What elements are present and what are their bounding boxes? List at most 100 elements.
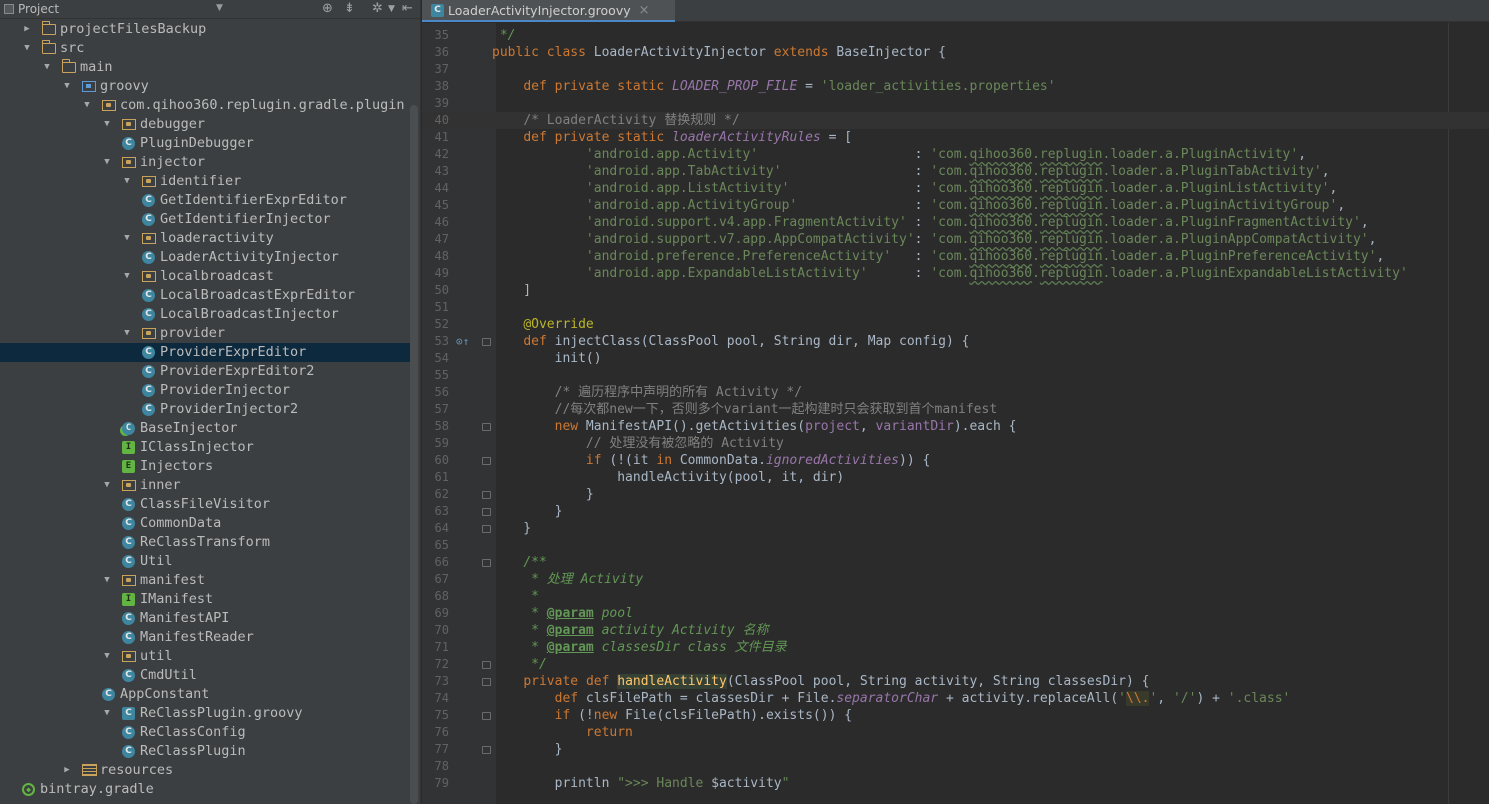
tree-item[interactable]: C BaseInjector xyxy=(0,419,410,438)
tree-item[interactable]: C CmdUtil xyxy=(0,666,410,685)
code-line[interactable]: 59 // 处理没有被忽略的 Activity xyxy=(422,435,1489,452)
tree-item[interactable]: C ClassFileVisitor xyxy=(0,495,410,514)
tree-item[interactable]: C PluginDebugger xyxy=(0,134,410,153)
code-line[interactable]: 51 xyxy=(422,299,1489,316)
tree-item[interactable]: ◆ bintray.gradle xyxy=(0,780,410,799)
fold-toggle-icon[interactable] xyxy=(482,559,491,567)
code-line[interactable]: 47 'android.support.v7.app.AppCompatActi… xyxy=(422,231,1489,248)
code-line[interactable]: 37 xyxy=(422,61,1489,78)
code-line[interactable]: 43 'android.app.TabActivity' : 'com.qiho… xyxy=(422,163,1489,180)
chevron-down-icon[interactable]: ▼ xyxy=(122,267,132,286)
code-line[interactable]: 67 * 处理 Activity xyxy=(422,571,1489,588)
scroll-from-source-icon[interactable]: ⊕ xyxy=(322,1,333,16)
chevron-down-icon[interactable]: ▼ xyxy=(42,58,52,77)
fold-toggle-icon[interactable] xyxy=(482,491,491,499)
tree-item[interactable]: ▼ groovy xyxy=(0,77,410,96)
code-line[interactable]: 52 @Override xyxy=(422,316,1489,333)
tree-item[interactable]: I IManifest xyxy=(0,590,410,609)
tree-item[interactable]: ▼ com.qihoo360.replugin.gradle.plugin xyxy=(0,96,410,115)
fold-toggle-icon[interactable] xyxy=(482,423,491,431)
chevron-down-icon[interactable]: ▼ xyxy=(102,647,112,666)
code-line[interactable]: 38 def private static LOADER_PROP_FILE =… xyxy=(422,78,1489,95)
tree-item[interactable]: E Injectors xyxy=(0,457,410,476)
code-line[interactable]: 50 ] xyxy=(422,282,1489,299)
tree-item[interactable]: C LoaderActivityInjector xyxy=(0,248,410,267)
fold-toggle-icon[interactable] xyxy=(482,508,491,516)
code-line[interactable]: 57 //每次都new一下，否则多个variant一起构建时只会获取到首个man… xyxy=(422,401,1489,418)
fold-toggle-icon[interactable] xyxy=(482,525,491,533)
code-line[interactable]: 61 handleActivity(pool, it, dir) xyxy=(422,469,1489,486)
chevron-down-icon[interactable]: ▼ xyxy=(22,39,32,58)
tree-item[interactable]: C ReClassConfig xyxy=(0,723,410,742)
tree-item[interactable]: C ProviderInjector xyxy=(0,381,410,400)
tree-item[interactable]: C GetIdentifierExprEditor xyxy=(0,191,410,210)
chevron-down-icon[interactable]: ▼ xyxy=(102,571,112,590)
code-line[interactable]: 79 println ">>> Handle $activity" xyxy=(422,775,1489,792)
code-line[interactable]: 77 } xyxy=(422,741,1489,758)
code-line[interactable]: 35 */ xyxy=(422,27,1489,44)
tree-item[interactable]: ▼ inner xyxy=(0,476,410,495)
chevron-down-icon[interactable]: ▼ xyxy=(102,704,112,723)
tree-item[interactable]: C ManifestReader xyxy=(0,628,410,647)
fold-toggle-icon[interactable] xyxy=(482,338,491,346)
tree-item[interactable]: C ProviderExprEditor2 xyxy=(0,362,410,381)
tree-item[interactable]: C GetIdentifierInjector xyxy=(0,210,410,229)
tab-loader-activity-injector[interactable]: C LoaderActivityInjector.groovy × xyxy=(422,0,675,22)
override-marker-icon[interactable]: ⊙↑ xyxy=(456,333,469,350)
fold-toggle-icon[interactable] xyxy=(482,661,491,669)
tree-item[interactable]: C AppConstant xyxy=(0,685,410,704)
code-line[interactable]: 73 private def handleActivity(ClassPool … xyxy=(422,673,1489,690)
gear-icon[interactable]: ✲ xyxy=(372,1,383,16)
code-line[interactable]: 69 * @param pool xyxy=(422,605,1489,622)
fold-toggle-icon[interactable] xyxy=(482,457,491,465)
tree-item[interactable]: ▼ util xyxy=(0,647,410,666)
code-line[interactable]: 63 } xyxy=(422,503,1489,520)
code-line[interactable]: 40 /* LoaderActivity 替换规则 */ xyxy=(422,112,1489,129)
code-line[interactable]: 64 } xyxy=(422,520,1489,537)
chevron-down-icon[interactable]: ▼ xyxy=(82,96,92,115)
code-line[interactable]: 41 def private static loaderActivityRule… xyxy=(422,129,1489,146)
tree-item[interactable]: C ProviderInjector2 xyxy=(0,400,410,419)
chevron-down-icon[interactable]: ▼ xyxy=(102,115,112,134)
chevron-down-icon[interactable]: ▼ xyxy=(102,153,112,172)
code-line[interactable]: 76 return xyxy=(422,724,1489,741)
code-line[interactable]: 48 'android.preference.PreferenceActivit… xyxy=(422,248,1489,265)
chevron-right-icon[interactable]: ▶ xyxy=(22,20,32,39)
tree-item[interactable]: ▼ C ReClassPlugin.groovy xyxy=(0,704,410,723)
tree-item[interactable]: C CommonData xyxy=(0,514,410,533)
collapse-all-icon[interactable]: ⇟ xyxy=(344,1,355,16)
code-line[interactable]: 74 def clsFilePath = classesDir + File.s… xyxy=(422,690,1489,707)
tree-item[interactable]: C ReClassPlugin xyxy=(0,742,410,761)
code-line[interactable]: 39 xyxy=(422,95,1489,112)
code-line[interactable]: 65 xyxy=(422,537,1489,554)
tree-item[interactable]: C ReClassTransform xyxy=(0,533,410,552)
code-line[interactable]: 72 */ xyxy=(422,656,1489,673)
hide-panel-icon[interactable]: ⇤ xyxy=(402,1,413,16)
code-line[interactable]: 55 xyxy=(422,367,1489,384)
chevron-down-icon[interactable]: ▼ xyxy=(122,324,132,343)
code-line[interactable]: 75 if (!new File(clsFilePath).exists()) … xyxy=(422,707,1489,724)
chevron-down-icon[interactable]: ▼ xyxy=(216,3,223,13)
tree-item[interactable]: C Util xyxy=(0,552,410,571)
project-panel-header[interactable]: Project ▼ ⊕ ⇟ ✲ ▼ ⇤ xyxy=(0,0,420,19)
code-line[interactable]: 45 'android.app.ActivityGroup' : 'com.qi… xyxy=(422,197,1489,214)
tree-item[interactable]: C LocalBroadcastInjector xyxy=(0,305,410,324)
code-line[interactable]: 56 /* 遍历程序中声明的所有 Activity */ xyxy=(422,384,1489,401)
close-icon[interactable]: × xyxy=(639,3,650,18)
vertical-scrollbar[interactable] xyxy=(410,105,418,804)
code-line[interactable]: 46 'android.support.v4.app.FragmentActiv… xyxy=(422,214,1489,231)
chevron-down-icon[interactable]: ▼ xyxy=(122,172,132,191)
chevron-down-icon[interactable]: ▼ xyxy=(62,77,72,96)
code-line[interactable]: 71 * @param classesDir class 文件目录 xyxy=(422,639,1489,656)
code-line[interactable]: 44 'android.app.ListActivity' : 'com.qih… xyxy=(422,180,1489,197)
tree-item[interactable]: C ProviderExprEditor xyxy=(0,343,410,362)
code-line[interactable]: 78 xyxy=(422,758,1489,775)
chevron-right-icon[interactable]: ▶ xyxy=(62,761,72,780)
tree-item[interactable]: ▼ main xyxy=(0,58,410,77)
tree-item[interactable]: ▶ resources xyxy=(0,761,410,780)
code-line[interactable]: 70 * @param activity Activity 名称 xyxy=(422,622,1489,639)
tree-item[interactable]: C ManifestAPI xyxy=(0,609,410,628)
tree-item[interactable]: ▼ provider xyxy=(0,324,410,343)
tree-item[interactable]: ▼ identifier xyxy=(0,172,410,191)
tree-item[interactable]: C LocalBroadcastExprEditor xyxy=(0,286,410,305)
